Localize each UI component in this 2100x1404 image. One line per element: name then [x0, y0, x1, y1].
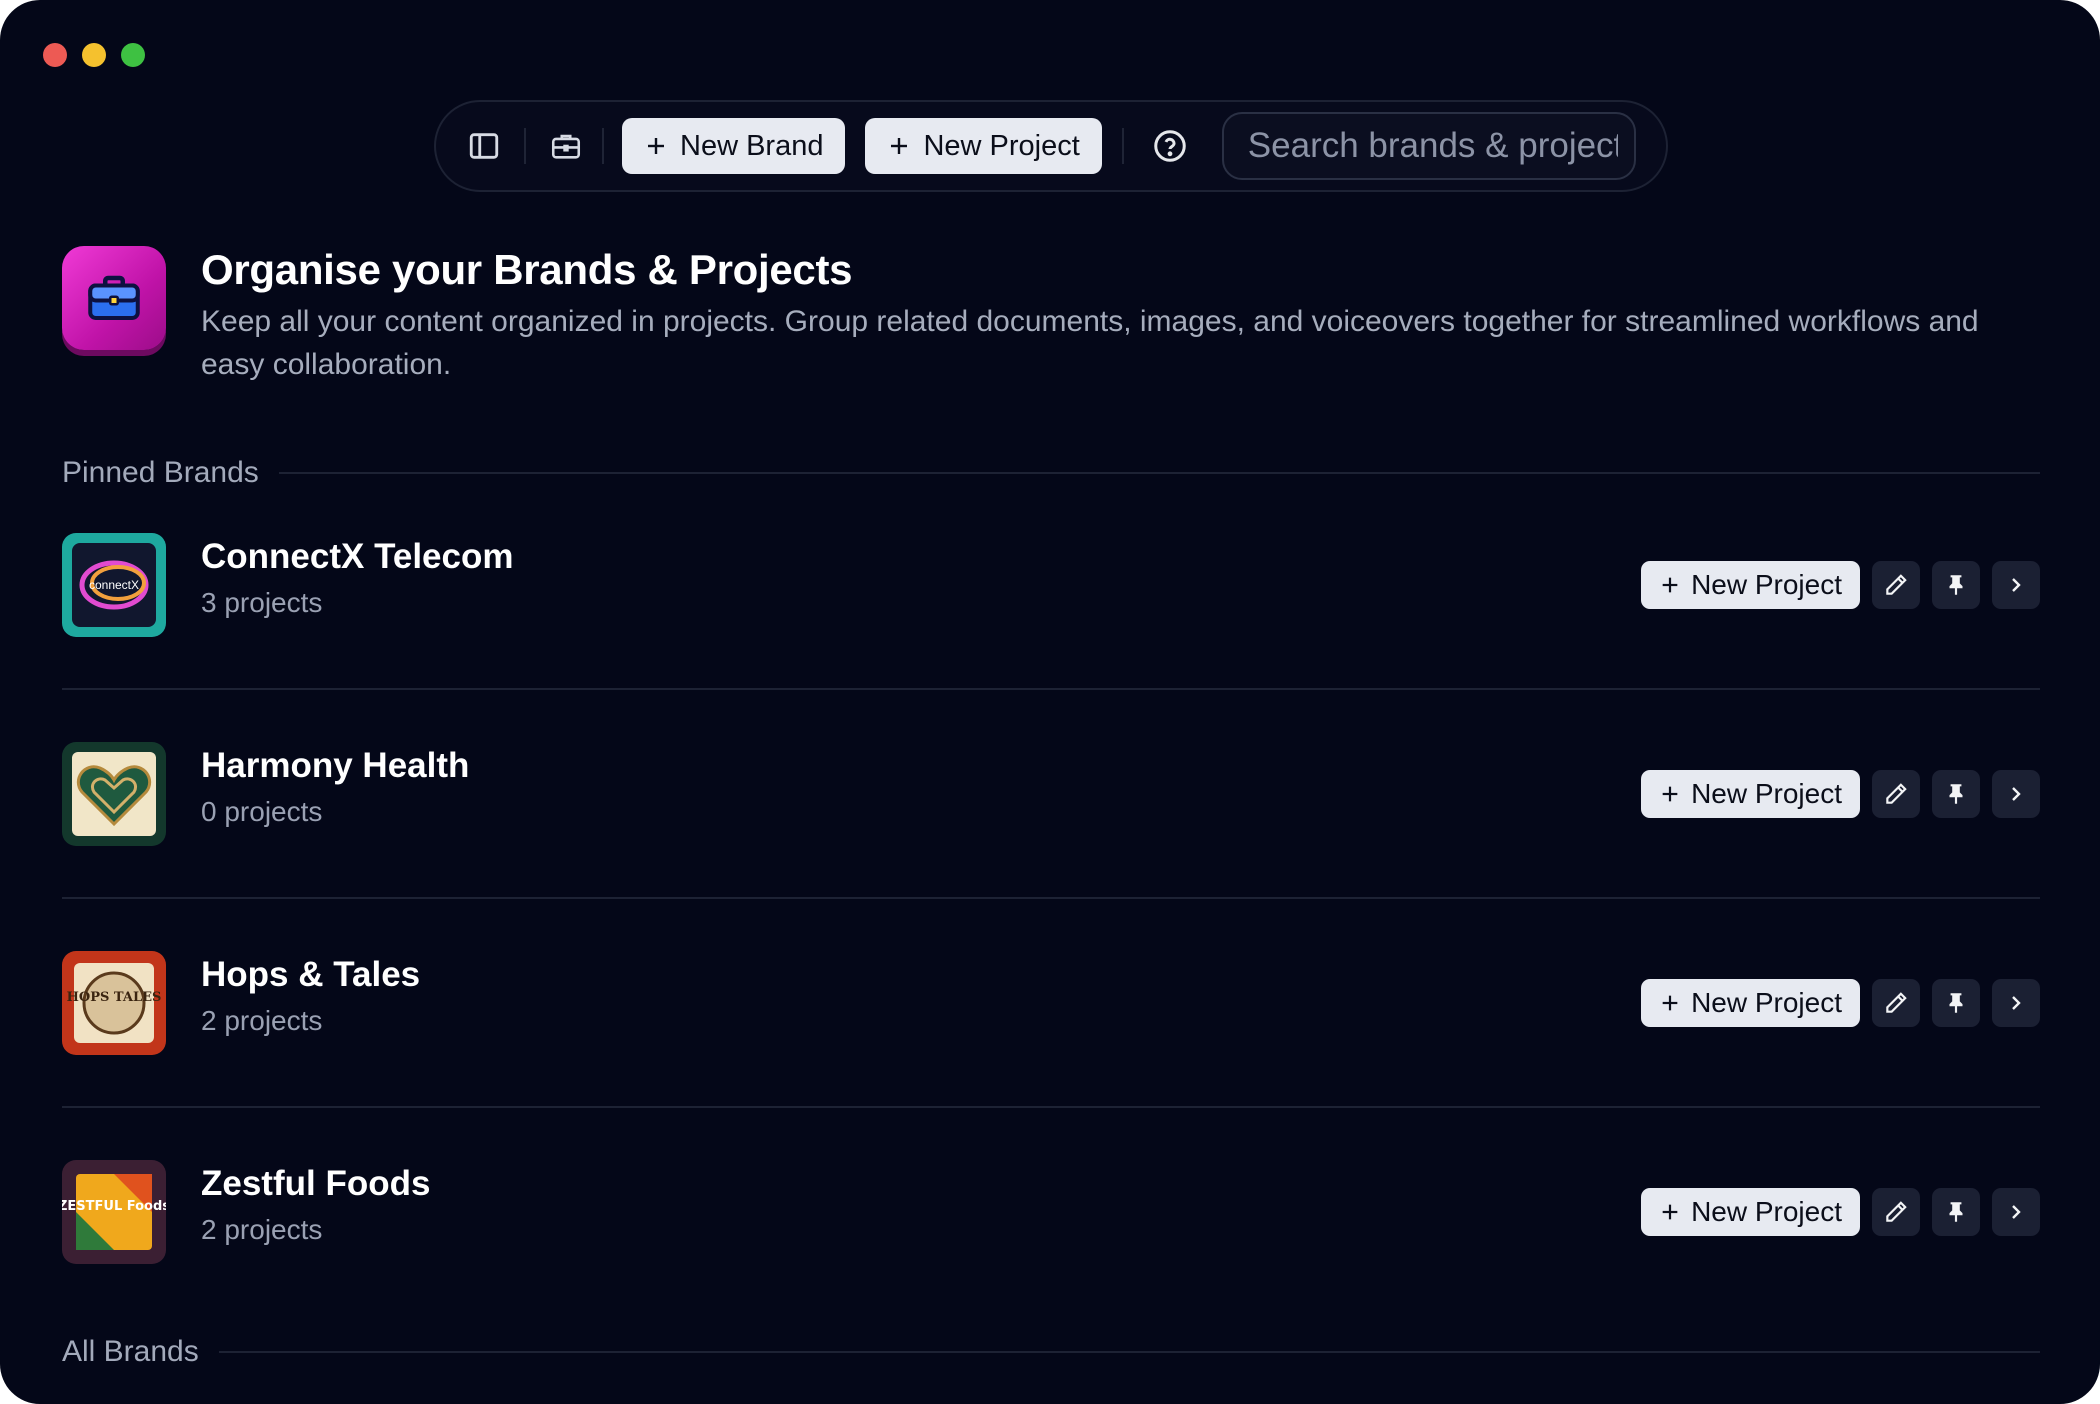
- new-project-label: New Project: [923, 129, 1080, 162]
- edit-brand-button[interactable]: [1872, 979, 1920, 1027]
- pin-brand-button[interactable]: [1932, 979, 1980, 1027]
- close-window-button[interactable]: [43, 43, 67, 67]
- pencil-icon: [1886, 992, 1907, 1013]
- chevron-right-icon: [2012, 1205, 2021, 1219]
- toolbar: New Brand New Project: [434, 100, 1668, 192]
- svg-text:ZESTFUL Foods: ZESTFUL Foods: [62, 1199, 166, 1214]
- svg-text:connectX: connectX: [89, 578, 139, 592]
- row-divider: [62, 1106, 2040, 1108]
- pin-brand-button[interactable]: [1932, 561, 1980, 609]
- brand-new-project-label: New Project: [1691, 569, 1842, 600]
- open-brand-button[interactable]: [1992, 1188, 2040, 1236]
- sidebar-icon: [469, 133, 499, 159]
- section-label: All Brands: [62, 1335, 199, 1368]
- help-button[interactable]: [1144, 120, 1196, 172]
- row-actions: New Project: [1641, 769, 2040, 819]
- brand-logo: connectX: [62, 533, 166, 637]
- brand-new-project-button[interactable]: New Project: [1641, 561, 1860, 609]
- pin-icon: [1949, 1202, 1963, 1222]
- brand-row-zestful-foods[interactable]: ZESTFUL Foods Zestful Foods 2 projects N…: [62, 1160, 2040, 1264]
- plus-icon: [648, 138, 664, 154]
- brand-new-project-label: New Project: [1691, 1196, 1842, 1227]
- pinned-brands-header: Pinned Brands: [62, 456, 2040, 490]
- pin-icon: [1949, 575, 1963, 595]
- minimize-window-button[interactable]: [82, 43, 106, 67]
- brands-button[interactable]: [540, 120, 592, 172]
- chevron-right-icon: [2012, 578, 2021, 592]
- section-rule: [278, 472, 2040, 474]
- brand-row-hops-and-tales[interactable]: HOPS TALES Hops & Tales 2 projects New P…: [62, 951, 2040, 1055]
- toolbar-divider: [524, 128, 526, 164]
- pin-brand-button[interactable]: [1932, 770, 1980, 818]
- chevron-right-icon: [2012, 996, 2021, 1010]
- brand-project-count: 3 projects: [201, 587, 323, 618]
- brand-name: Harmony Health: [201, 746, 470, 785]
- page-description: Keep all your content organized in proje…: [201, 305, 1979, 381]
- edit-brand-button[interactable]: [1872, 1188, 1920, 1236]
- row-actions: New Project: [1641, 978, 2040, 1028]
- row-divider: [62, 688, 2040, 690]
- pencil-icon: [1886, 1201, 1907, 1222]
- edit-brand-button[interactable]: [1872, 770, 1920, 818]
- open-brand-button[interactable]: [1992, 770, 2040, 818]
- open-brand-button[interactable]: [1992, 979, 2040, 1027]
- app-window: New Brand New Project Organise your Bran…: [0, 0, 2100, 1404]
- pencil-icon: [1886, 783, 1907, 804]
- briefcase-icon: [88, 275, 140, 320]
- brand-row-connectx-telecom[interactable]: connectX ConnectX Telecom 3 projects New…: [62, 533, 2040, 637]
- pin-icon: [1949, 784, 1963, 804]
- brand-row-harmony-health[interactable]: Harmony Health 0 projects New Project: [62, 742, 2040, 846]
- svg-text:HOPS TALES: HOPS TALES: [67, 990, 162, 1005]
- pin-brand-button[interactable]: [1932, 1188, 1980, 1236]
- question-circle-icon: [1154, 130, 1186, 162]
- new-project-button[interactable]: New Project: [865, 118, 1102, 174]
- row-divider: [62, 897, 2040, 899]
- toolbar-divider: [602, 128, 604, 164]
- brand-logo: [62, 742, 166, 846]
- search-box[interactable]: [1221, 112, 1636, 180]
- brand-logo: ZESTFUL Foods: [62, 1160, 166, 1264]
- brand-new-project-label: New Project: [1691, 778, 1842, 809]
- zoom-window-button[interactable]: [121, 43, 145, 67]
- section-label: Pinned Brands: [62, 456, 259, 489]
- new-brand-label: New Brand: [680, 129, 824, 162]
- brand-new-project-label: New Project: [1691, 987, 1842, 1018]
- plus-icon: [1662, 577, 1678, 593]
- toolbar-divider: [1121, 128, 1124, 164]
- brand-project-count: 2 projects: [201, 1214, 323, 1245]
- brand-project-count: 0 projects: [201, 796, 323, 827]
- brand-project-count: 2 projects: [201, 1005, 323, 1036]
- sidebar-toggle-button[interactable]: [458, 120, 510, 172]
- brand-new-project-button[interactable]: New Project: [1641, 770, 1860, 818]
- briefcase-icon: [551, 134, 581, 159]
- search-input[interactable]: [1245, 125, 1620, 167]
- edit-brand-button[interactable]: [1872, 561, 1920, 609]
- plus-icon: [1662, 786, 1678, 802]
- plus-icon: [1662, 1204, 1678, 1220]
- brand-name: Zestful Foods: [201, 1164, 431, 1203]
- open-brand-button[interactable]: [1992, 561, 2040, 609]
- brand-new-project-button[interactable]: New Project: [1641, 1188, 1860, 1236]
- window-controls: [43, 43, 145, 67]
- hero-briefcase-badge: [62, 246, 166, 350]
- section-rule: [218, 1351, 2040, 1353]
- plus-icon: [1662, 995, 1678, 1011]
- chevron-right-icon: [2012, 787, 2021, 801]
- plus-icon: [891, 138, 908, 154]
- brand-new-project-button[interactable]: New Project: [1641, 979, 1860, 1027]
- new-brand-button[interactable]: New Brand: [622, 118, 846, 174]
- pin-icon: [1949, 993, 1963, 1013]
- all-brands-header: All Brands: [62, 1335, 2040, 1369]
- brand-logo: HOPS TALES: [62, 951, 166, 1055]
- brand-name: ConnectX Telecom: [201, 537, 514, 576]
- pencil-icon: [1886, 574, 1907, 595]
- row-actions: New Project: [1641, 560, 2040, 610]
- page-title: Organise your Brands & Projects: [201, 246, 853, 293]
- brand-name: Hops & Tales: [201, 955, 421, 994]
- row-actions: New Project: [1641, 1187, 2040, 1237]
